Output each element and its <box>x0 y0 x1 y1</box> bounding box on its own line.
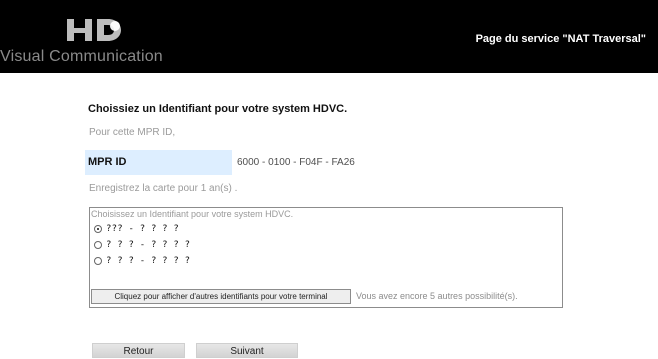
next-button[interactable]: Suivant <box>196 343 298 358</box>
main-heading: Choissiez un Identifiant pour votre syst… <box>88 103 348 115</box>
page-title: Page du service "NAT Traversal" <box>475 33 646 45</box>
show-more-identifiers-button[interactable]: Cliquez pour afficher d'autres identifia… <box>91 289 351 304</box>
mpr-intro-text: Pour cette MPR ID, <box>89 127 176 138</box>
mpr-id-value: 6000 - 0100 - F04F - FA26 <box>237 157 355 168</box>
identifier-option-label: ? ? ? - ? ? ? ? <box>106 256 191 266</box>
radio-icon[interactable] <box>94 241 102 249</box>
hd-logo-icon <box>67 19 121 41</box>
identifier-option-label: ??? - ? ? ? ? <box>106 224 180 234</box>
registration-period-text: Enregistrez la carte pour 1 an(s) . <box>89 183 238 194</box>
identifier-option-label: ? ? ? - ? ? ? ? <box>106 240 191 250</box>
header-bar: Visual Communication Page du service "NA… <box>0 0 658 73</box>
remaining-options-text: Vous avez encore 5 autres possibilité(s)… <box>356 291 518 301</box>
identifier-choice-title: Choisissez un Identifiant pour votre sys… <box>91 209 294 219</box>
identifier-option-1[interactable]: ??? - ? ? ? ? <box>94 224 179 234</box>
back-button[interactable]: Retour <box>92 343 185 358</box>
brand-text: Visual Communication <box>0 48 163 65</box>
identifier-option-2[interactable]: ? ? ? - ? ? ? ? <box>94 240 190 250</box>
mpr-id-label: MPR ID <box>85 150 232 175</box>
radio-icon[interactable] <box>94 257 102 265</box>
radio-selected-icon[interactable] <box>94 225 102 233</box>
identifier-choice-box: Choisissez un Identifiant pour votre sys… <box>89 207 563 308</box>
identifier-option-3[interactable]: ? ? ? - ? ? ? ? <box>94 256 190 266</box>
mpr-id-row: MPR ID 6000 - 0100 - F04F - FA26 <box>85 150 575 175</box>
